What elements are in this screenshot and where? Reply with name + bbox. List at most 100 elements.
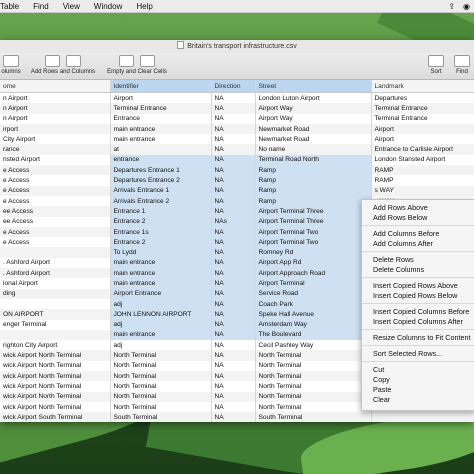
cell-street[interactable]: London Luton Airport	[255, 92, 372, 104]
cell-street[interactable]: Amsterdam Way	[255, 319, 372, 330]
cell-direction[interactable]: NA	[211, 154, 256, 166]
cell-direction[interactable]: NA	[211, 165, 256, 176]
cell-street[interactable]: Ramp	[255, 195, 372, 207]
cell-identifier[interactable]: Entrance 1s	[110, 226, 212, 238]
empty-clear-button[interactable]: Empty and Clear Cells	[106, 55, 168, 75]
cell-name[interactable]: n Airport	[0, 113, 111, 124]
cell-direction[interactable]: NA	[211, 371, 256, 382]
cell-street[interactable]: North Terminal	[255, 350, 372, 361]
cell-identifier[interactable]: main entrance	[110, 278, 212, 289]
cell-direction[interactable]: NA	[211, 134, 256, 145]
wifi-icon[interactable]: ◉	[463, 2, 470, 11]
cell-direction[interactable]: NA	[211, 309, 256, 320]
add-rows-columns-button[interactable]: Add Rows and Columns	[28, 55, 98, 75]
cell-street[interactable]: Speke Hall Avenue	[255, 309, 372, 320]
cell-name[interactable]: e Access	[0, 175, 111, 186]
cell-direction[interactable]: NA	[211, 391, 256, 402]
cell-name[interactable]: wick Airport North Terminal	[0, 360, 111, 372]
menu-copy[interactable]: Copy	[373, 375, 390, 384]
cell-street[interactable]: North Terminal	[255, 371, 372, 382]
cell-identifier[interactable]: Arrivals Entrance 2	[110, 195, 212, 207]
cell-street[interactable]: Newmarket Road	[255, 134, 372, 145]
cell-identifier[interactable]: Departures Entrance 2	[110, 175, 212, 186]
cell-name[interactable]: City Airport	[0, 134, 111, 145]
cell-street[interactable]: North Terminal	[255, 381, 372, 392]
menu-view[interactable]: View	[56, 2, 87, 11]
cell-landmark[interactable]: Airport	[371, 123, 474, 135]
cell-direction[interactable]: NA	[211, 288, 256, 299]
cell-street[interactable]: Airport Way	[255, 113, 372, 124]
cell-direction[interactable]: NA	[211, 226, 256, 238]
cell-identifier[interactable]: main entrance	[110, 123, 212, 135]
table-row[interactable]: e Access Departures Entrance 1 NA Ramp RAMP	[0, 165, 474, 176]
cell-direction[interactable]: NA	[211, 103, 256, 114]
cell-identifier[interactable]: Airport Entrance	[110, 288, 212, 299]
cell-direction[interactable]: NA	[211, 185, 256, 196]
cell-identifier[interactable]: adj	[110, 298, 212, 310]
cell-landmark[interactable]: Airport	[371, 134, 474, 145]
cell-identifier[interactable]: adj	[110, 319, 212, 330]
cell-direction[interactable]: NA	[211, 360, 256, 372]
cell-identifier[interactable]: Entrance 2	[110, 237, 212, 248]
table-row[interactable]: wick Airport South Terminal South Termina…	[0, 412, 474, 422]
cell-landmark[interactable]: Entrance to Carlisle Airport	[371, 144, 474, 155]
menu-insert-copied-rows-above[interactable]: Insert Copied Rows Above	[373, 281, 458, 290]
cell-identifier[interactable]: South Terminal	[110, 412, 212, 422]
cell-landmark[interactable]: Terminal Entrance	[371, 103, 474, 114]
cell-street[interactable]: Coach Park	[255, 298, 372, 310]
cell-landmark[interactable]: s WAY	[371, 185, 474, 196]
cell-direction[interactable]: NA	[211, 195, 256, 207]
cell-name[interactable]: ON AIRPORT	[0, 309, 111, 320]
menu-add-columns-before[interactable]: Add Columns Before	[373, 229, 439, 238]
cell-identifier[interactable]: JOHN LENNON AIRPORT	[110, 309, 212, 320]
cell-identifier[interactable]: Arrivals Entrance 1	[110, 185, 212, 196]
cell-name[interactable]: ee Access	[0, 206, 111, 217]
cell-name[interactable]: e Access	[0, 226, 111, 238]
menu-add-columns-after[interactable]: Add Columns After	[373, 239, 433, 248]
cell-direction[interactable]: NA	[211, 175, 256, 186]
cell-name[interactable]: . Ashford Airport	[0, 268, 111, 279]
cell-street[interactable]: Airport App Rd	[255, 257, 372, 269]
cell-name[interactable]: wick Airport North Terminal	[0, 350, 111, 361]
cell-street[interactable]: Terminal Road North	[255, 154, 372, 166]
cell-identifier[interactable]: Entrance 1	[110, 206, 212, 217]
cell-landmark[interactable]: RAMP	[371, 165, 474, 176]
cell-identifier[interactable]: main entrance	[110, 329, 212, 341]
cell-identifier[interactable]: North Terminal	[110, 381, 212, 392]
table-row[interactable]: e Access Departures Entrance 2 NA Ramp RAMP	[0, 175, 474, 186]
cell-street[interactable]: Ramp	[255, 185, 372, 196]
cell-street[interactable]: Cecil Pashley Way	[255, 340, 372, 351]
menu-delete-columns[interactable]: Delete Columns	[373, 265, 424, 274]
cell-direction[interactable]: NA	[211, 350, 256, 361]
cell-direction[interactable]: NA	[211, 144, 256, 155]
menu-insert-copied-columns-after[interactable]: Insert Copied Columns After	[373, 317, 463, 326]
table-row[interactable]: n Airport Terminal Entrance NA Airport Way T…	[0, 103, 474, 114]
cell-name[interactable]	[0, 298, 111, 310]
table-row[interactable]: nsted Airport entrance NA Terminal Road Nor…	[0, 154, 474, 166]
cell-name[interactable]: wick Airport North Terminal	[0, 371, 111, 382]
cell-landmark[interactable]: Departures	[371, 92, 474, 104]
cell-identifier[interactable]: North Terminal	[110, 391, 212, 402]
cell-name[interactable]: enger Terminal	[0, 319, 111, 330]
column-header-landmark[interactable]: Landmark	[371, 80, 474, 93]
cell-name[interactable]: n Airport	[0, 92, 111, 104]
cell-street[interactable]: Romney Rd	[255, 247, 372, 258]
cell-direction[interactable]: NA	[211, 247, 256, 258]
table-row[interactable]: irport main entrance NA Newmarket Road Airpo…	[0, 123, 474, 135]
cell-street[interactable]: South Terminal	[255, 412, 372, 422]
column-header-direction[interactable]: Direction	[211, 80, 256, 93]
menu-help[interactable]: Help	[129, 2, 159, 11]
menu-add-rows-above[interactable]: Add Rows Above	[373, 203, 428, 212]
cell-identifier[interactable]: Terminal Entrance	[110, 103, 212, 114]
cell-street[interactable]: North Terminal	[255, 401, 372, 413]
cell-street[interactable]: Airport Terminal	[255, 278, 372, 289]
cell-name[interactable]: ee Access	[0, 216, 111, 227]
cell-identifier[interactable]: at	[110, 144, 212, 155]
table-row[interactable]: e Access Arrivals Entrance 1 NA Ramp s WAY	[0, 185, 474, 196]
cell-direction[interactable]: NA	[211, 381, 256, 392]
cell-landmark[interactable]	[371, 412, 474, 422]
cell-name[interactable]: irport	[0, 123, 111, 135]
cell-identifier[interactable]: North Terminal	[110, 401, 212, 413]
cell-name[interactable]: wick Airport North Terminal	[0, 381, 111, 392]
cell-direction[interactable]: NA	[211, 206, 256, 217]
